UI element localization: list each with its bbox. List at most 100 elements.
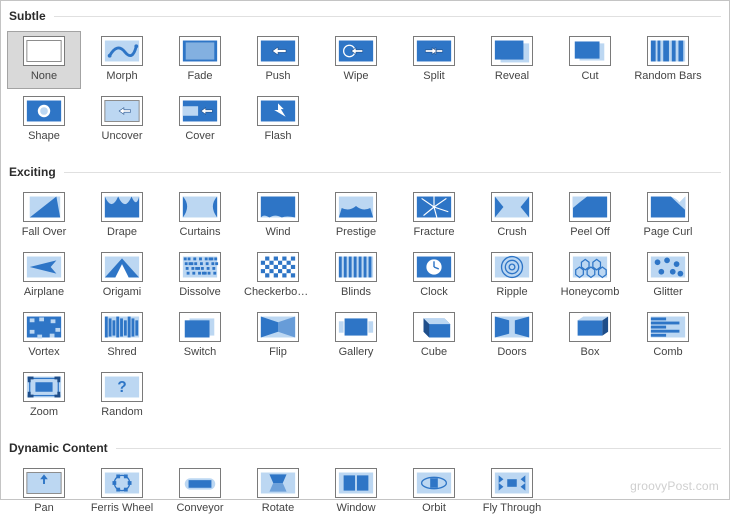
- transition-label: Vortex: [8, 346, 80, 358]
- transition-ripple[interactable]: Ripple: [475, 247, 549, 305]
- transition-prestige[interactable]: Prestige: [319, 187, 393, 245]
- transition-cube[interactable]: Cube: [397, 307, 471, 365]
- transition-label: Cut: [554, 70, 626, 82]
- push-icon: [257, 36, 299, 66]
- transition-vortex[interactable]: Vortex: [7, 307, 81, 365]
- section-header: Exciting: [7, 161, 723, 183]
- transition-conveyor[interactable]: Conveyor: [163, 463, 237, 521]
- transition-glitter[interactable]: Glitter: [631, 247, 705, 305]
- wind-icon: [257, 192, 299, 222]
- transition-reveal[interactable]: Reveal: [475, 31, 549, 89]
- transition-page-curl[interactable]: Page Curl: [631, 187, 705, 245]
- transition-wipe[interactable]: Wipe: [319, 31, 393, 89]
- transition-shape[interactable]: Shape: [7, 91, 81, 149]
- transition-wind[interactable]: Wind: [241, 187, 315, 245]
- cut-icon: [569, 36, 611, 66]
- curtains-icon: [179, 192, 221, 222]
- transition-gallery[interactable]: Gallery: [319, 307, 393, 365]
- origami-icon: [101, 252, 143, 282]
- transition-blinds[interactable]: Blinds: [319, 247, 393, 305]
- conveyor-icon: [179, 468, 221, 498]
- transition-fall-over[interactable]: Fall Over: [7, 187, 81, 245]
- fall-over-icon: [23, 192, 65, 222]
- transition-crush[interactable]: Crush: [475, 187, 549, 245]
- switch-icon: [179, 312, 221, 342]
- transition-fade[interactable]: Fade: [163, 31, 237, 89]
- transition-label: Wind: [242, 226, 314, 238]
- transition-none[interactable]: None: [7, 31, 81, 89]
- transition-label: Fracture: [398, 226, 470, 238]
- transition-doors[interactable]: Doors: [475, 307, 549, 365]
- transition-curtains[interactable]: Curtains: [163, 187, 237, 245]
- transition-label: Comb: [632, 346, 704, 358]
- transition-label: Crush: [476, 226, 548, 238]
- transition-switch[interactable]: Switch: [163, 307, 237, 365]
- transition-origami[interactable]: Origami: [85, 247, 159, 305]
- wipe-icon: [335, 36, 377, 66]
- random-bars-icon: [647, 36, 689, 66]
- transition-orbit[interactable]: Orbit: [397, 463, 471, 521]
- transition-flip[interactable]: Flip: [241, 307, 315, 365]
- ripple-icon: [491, 252, 533, 282]
- transition-split[interactable]: Split: [397, 31, 471, 89]
- transition-label: Ripple: [476, 286, 548, 298]
- transition-morph[interactable]: Morph: [85, 31, 159, 89]
- transition-label: Conveyor: [164, 502, 236, 514]
- transition-peel-off[interactable]: Peel Off: [553, 187, 627, 245]
- transition-cut[interactable]: Cut: [553, 31, 627, 89]
- comb-icon: [647, 312, 689, 342]
- shred-icon: [101, 312, 143, 342]
- transition-shred[interactable]: Shred: [85, 307, 159, 365]
- dissolve-icon: [179, 252, 221, 282]
- fly-through-icon: [491, 468, 533, 498]
- transition-label: Random: [86, 406, 158, 418]
- transition-fly-through[interactable]: Fly Through: [475, 463, 549, 521]
- transition-label: Drape: [86, 226, 158, 238]
- transition-fracture[interactable]: Fracture: [397, 187, 471, 245]
- transition-cover[interactable]: Cover: [163, 91, 237, 149]
- honeycomb-icon: [569, 252, 611, 282]
- peel-off-icon: [569, 192, 611, 222]
- transition-label: Peel Off: [554, 226, 626, 238]
- transition-label: Wipe: [320, 70, 392, 82]
- transition-label: Uncover: [86, 130, 158, 142]
- transition-random[interactable]: ?Random: [85, 367, 159, 425]
- transition-flash[interactable]: Flash: [241, 91, 315, 149]
- transition-box[interactable]: Box: [553, 307, 627, 365]
- transition-pan[interactable]: Pan: [7, 463, 81, 521]
- transition-push[interactable]: Push: [241, 31, 315, 89]
- transition-label: Clock: [398, 286, 470, 298]
- gallery-icon: [335, 312, 377, 342]
- transition-honeycomb[interactable]: Honeycomb: [553, 247, 627, 305]
- transition-uncover[interactable]: Uncover: [85, 91, 159, 149]
- transition-dissolve[interactable]: Dissolve: [163, 247, 237, 305]
- transition-label: Shape: [8, 130, 80, 142]
- transition-zoom[interactable]: Zoom: [7, 367, 81, 425]
- transition-rotate[interactable]: Rotate: [241, 463, 315, 521]
- section-header: Dynamic Content: [7, 437, 723, 459]
- transition-label: Ferris Wheel: [86, 502, 158, 514]
- ferris-wheel-icon: [101, 468, 143, 498]
- transition-random-bars[interactable]: Random Bars: [631, 31, 705, 89]
- transition-clock[interactable]: Clock: [397, 247, 471, 305]
- transition-label: Flash: [242, 130, 314, 142]
- transition-drape[interactable]: Drape: [85, 187, 159, 245]
- doors-icon: [491, 312, 533, 342]
- reveal-icon: [491, 36, 533, 66]
- section-subtle: SubtleNoneMorphFadePushWipeSplitRevealCu…: [1, 1, 729, 157]
- transition-ferris-wheel[interactable]: Ferris Wheel: [85, 463, 159, 521]
- transition-label: Prestige: [320, 226, 392, 238]
- transition-label: Doors: [476, 346, 548, 358]
- transition-checkerboard[interactable]: Checkerboa...: [241, 247, 315, 305]
- transition-window[interactable]: Window: [319, 463, 393, 521]
- checkerboard-icon: [257, 252, 299, 282]
- prestige-icon: [335, 192, 377, 222]
- transition-airplane[interactable]: Airplane: [7, 247, 81, 305]
- transition-comb[interactable]: Comb: [631, 307, 705, 365]
- transition-grid: Pan Ferris Wheel Conveyor RotateWindowOrbit…: [7, 459, 723, 527]
- transition-label: Checkerboa...: [242, 286, 314, 298]
- crush-icon: [491, 192, 533, 222]
- transition-label: Reveal: [476, 70, 548, 82]
- transition-label: Shred: [86, 346, 158, 358]
- transition-label: Origami: [86, 286, 158, 298]
